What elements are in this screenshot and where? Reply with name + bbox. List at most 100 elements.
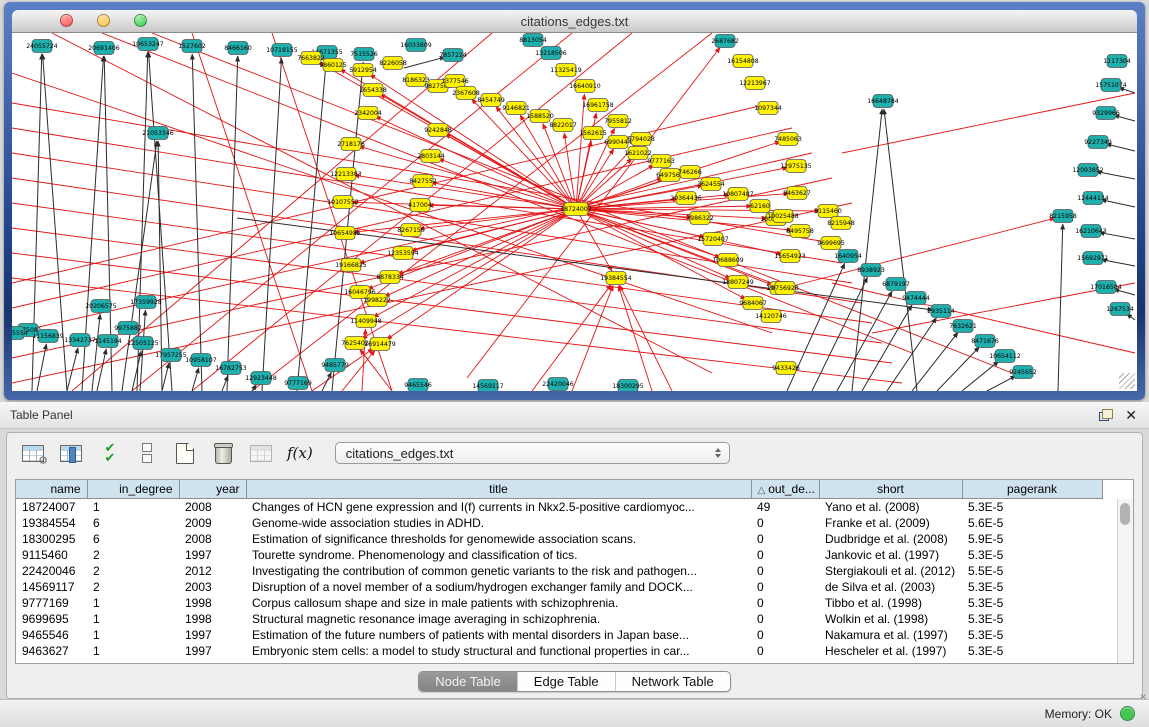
network-node[interactable]: 21053346 bbox=[142, 127, 174, 140]
zoom-window-button[interactable] bbox=[134, 14, 147, 27]
network-node[interactable]: 10107552 bbox=[327, 196, 359, 209]
network-node[interactable]: 9245652 bbox=[1009, 366, 1037, 379]
network-node[interactable]: 1562615 bbox=[579, 127, 607, 140]
network-edge[interactable] bbox=[937, 347, 979, 391]
network-node[interactable]: 8226058 bbox=[379, 57, 407, 70]
network-edge[interactable] bbox=[227, 56, 238, 391]
delete-columns-button[interactable] bbox=[211, 441, 235, 465]
network-node[interactable]: 1377546 bbox=[441, 75, 469, 88]
network-node[interactable]: 12213967 bbox=[739, 77, 771, 90]
column-header-out_degree[interactable]: △out_de... bbox=[751, 480, 819, 499]
table-selector-dropdown[interactable]: citations_edges.txt bbox=[335, 442, 730, 464]
network-edge[interactable] bbox=[962, 361, 999, 391]
show-columns-button[interactable] bbox=[59, 441, 83, 465]
unselect-all-button[interactable] bbox=[135, 441, 159, 465]
network-node[interactable]: 1588520 bbox=[526, 110, 554, 123]
table-row[interactable]: 1456911722003Disruption of a novel membe… bbox=[16, 579, 1102, 595]
network-node[interactable]: 62160 bbox=[750, 200, 770, 213]
network-node[interactable]: 1640954 bbox=[834, 250, 862, 263]
network-node[interactable]: 16033809 bbox=[400, 39, 432, 52]
function-builder-button[interactable]: f(x) bbox=[287, 441, 313, 465]
network-node[interactable]: 15751074 bbox=[1095, 79, 1127, 92]
new-column-button[interactable] bbox=[173, 441, 197, 465]
table-row[interactable]: 1830029562008Estimation of significance … bbox=[16, 531, 1102, 547]
network-node[interactable]: 9242848 bbox=[424, 124, 452, 137]
table-row[interactable]: 977716911998Corpus callosum shape and si… bbox=[16, 595, 1102, 611]
network-node[interactable]: 417004 bbox=[408, 199, 432, 212]
network-node[interactable]: 1117304 bbox=[1103, 55, 1131, 68]
network-edge[interactable] bbox=[37, 344, 46, 391]
network-node[interactable]: 2935114 bbox=[927, 305, 955, 318]
network-edge[interactable] bbox=[467, 47, 720, 378]
network-edge[interactable] bbox=[912, 332, 958, 391]
network-node[interactable]: 13342737 bbox=[64, 334, 96, 347]
network-node[interactable]: 9684067 bbox=[739, 297, 767, 310]
network-node[interactable]: 15654923 bbox=[774, 250, 806, 263]
network-node[interactable]: 2342004 bbox=[354, 107, 382, 120]
table-row[interactable]: 969969511998Structural magnetic resonanc… bbox=[16, 611, 1102, 627]
network-node[interactable]: 15692971 bbox=[1077, 252, 1109, 265]
network-node[interactable]: 1097344 bbox=[754, 102, 782, 115]
column-header-year[interactable]: year bbox=[179, 480, 246, 499]
network-node[interactable]: 7485063 bbox=[774, 133, 802, 146]
network-node[interactable]: 16210643 bbox=[1075, 225, 1107, 238]
network-node[interactable]: 9474444 bbox=[902, 292, 930, 305]
network-node[interactable]: 12444134 bbox=[1077, 192, 1109, 205]
network-node[interactable]: 9465546 bbox=[404, 379, 432, 392]
network-node[interactable]: 20364436 bbox=[670, 192, 702, 205]
network-node[interactable]: 8938923 bbox=[857, 264, 885, 277]
network-edge[interactable] bbox=[97, 349, 106, 391]
network-node[interactable]: 16782753 bbox=[215, 362, 247, 375]
network-node[interactable]: 1998222 bbox=[363, 294, 391, 307]
close-panel-icon[interactable]: ✕ bbox=[1125, 408, 1137, 422]
network-node[interactable]: 8495758 bbox=[786, 225, 814, 238]
network-node[interactable]: 8813054 bbox=[519, 34, 547, 47]
delete-table-button[interactable]: ✕ bbox=[249, 441, 273, 465]
network-node[interactable]: 16154808 bbox=[727, 55, 759, 68]
network-node[interactable]: 9329966 bbox=[1092, 107, 1120, 120]
network-node[interactable]: 10807487 bbox=[722, 188, 754, 201]
network-edge[interactable] bbox=[618, 286, 652, 391]
network-node[interactable]: 8427552 bbox=[409, 175, 437, 188]
network-node[interactable]: 6794028 bbox=[627, 133, 655, 146]
network-edge[interactable] bbox=[572, 285, 613, 391]
column-header-name[interactable]: name bbox=[16, 480, 87, 499]
network-edge[interactable] bbox=[862, 305, 912, 391]
network-window-titlebar[interactable]: citations_edges.txt bbox=[12, 10, 1137, 33]
network-node[interactable]: 9699695 bbox=[817, 237, 845, 250]
network-node[interactable]: 10688609 bbox=[712, 254, 744, 267]
network-node[interactable]: 18724007 bbox=[560, 203, 592, 216]
network-edge[interactable] bbox=[192, 33, 312, 391]
network-edge[interactable] bbox=[360, 349, 392, 391]
network-edge[interactable] bbox=[576, 158, 632, 209]
network-node[interactable]: 1654338 bbox=[359, 84, 387, 97]
network-node[interactable]: 12975135 bbox=[780, 160, 812, 173]
network-node[interactable]: 9485779 bbox=[321, 359, 349, 372]
network-node[interactable]: 9115460 bbox=[814, 205, 842, 218]
network-edge[interactable] bbox=[987, 376, 1016, 391]
resize-grip-icon[interactable] bbox=[1119, 373, 1135, 389]
network-node[interactable]: 9756928 bbox=[771, 282, 799, 295]
network-node[interactable]: 11325419 bbox=[550, 64, 582, 77]
network-edge[interactable] bbox=[162, 363, 169, 391]
network-node[interactable]: 9777169 bbox=[284, 377, 312, 390]
column-header-in_degree[interactable]: in_degree bbox=[87, 480, 179, 499]
network-node[interactable]: 8215958 bbox=[1049, 210, 1077, 223]
network-node[interactable]: 8471676 bbox=[971, 335, 999, 348]
minimize-window-button[interactable] bbox=[97, 14, 110, 27]
network-node[interactable]: 19384554 bbox=[600, 272, 632, 285]
network-node[interactable]: 7857224 bbox=[439, 49, 467, 62]
network-edge[interactable] bbox=[439, 159, 576, 209]
table-row[interactable]: 946554611997Estimation of the future num… bbox=[16, 627, 1102, 643]
network-node[interactable]: 6879197 bbox=[882, 278, 910, 291]
network-node[interactable]: 9433426 bbox=[772, 362, 800, 375]
table-mode-button[interactable]: ⚙ bbox=[21, 441, 45, 465]
table-row[interactable]: 946362711997Embryonic stem cells: a mode… bbox=[16, 643, 1102, 659]
network-node[interactable]: 16648784 bbox=[867, 95, 899, 108]
network-node[interactable]: 2803144 bbox=[417, 150, 445, 163]
network-edge[interactable] bbox=[262, 58, 282, 391]
network-node[interactable]: 10653247 bbox=[132, 38, 164, 51]
network-node[interactable]: 7632621 bbox=[949, 320, 977, 333]
network-node[interactable]: 12923448 bbox=[245, 372, 277, 385]
network-node[interactable]: 8878334 bbox=[376, 271, 404, 284]
